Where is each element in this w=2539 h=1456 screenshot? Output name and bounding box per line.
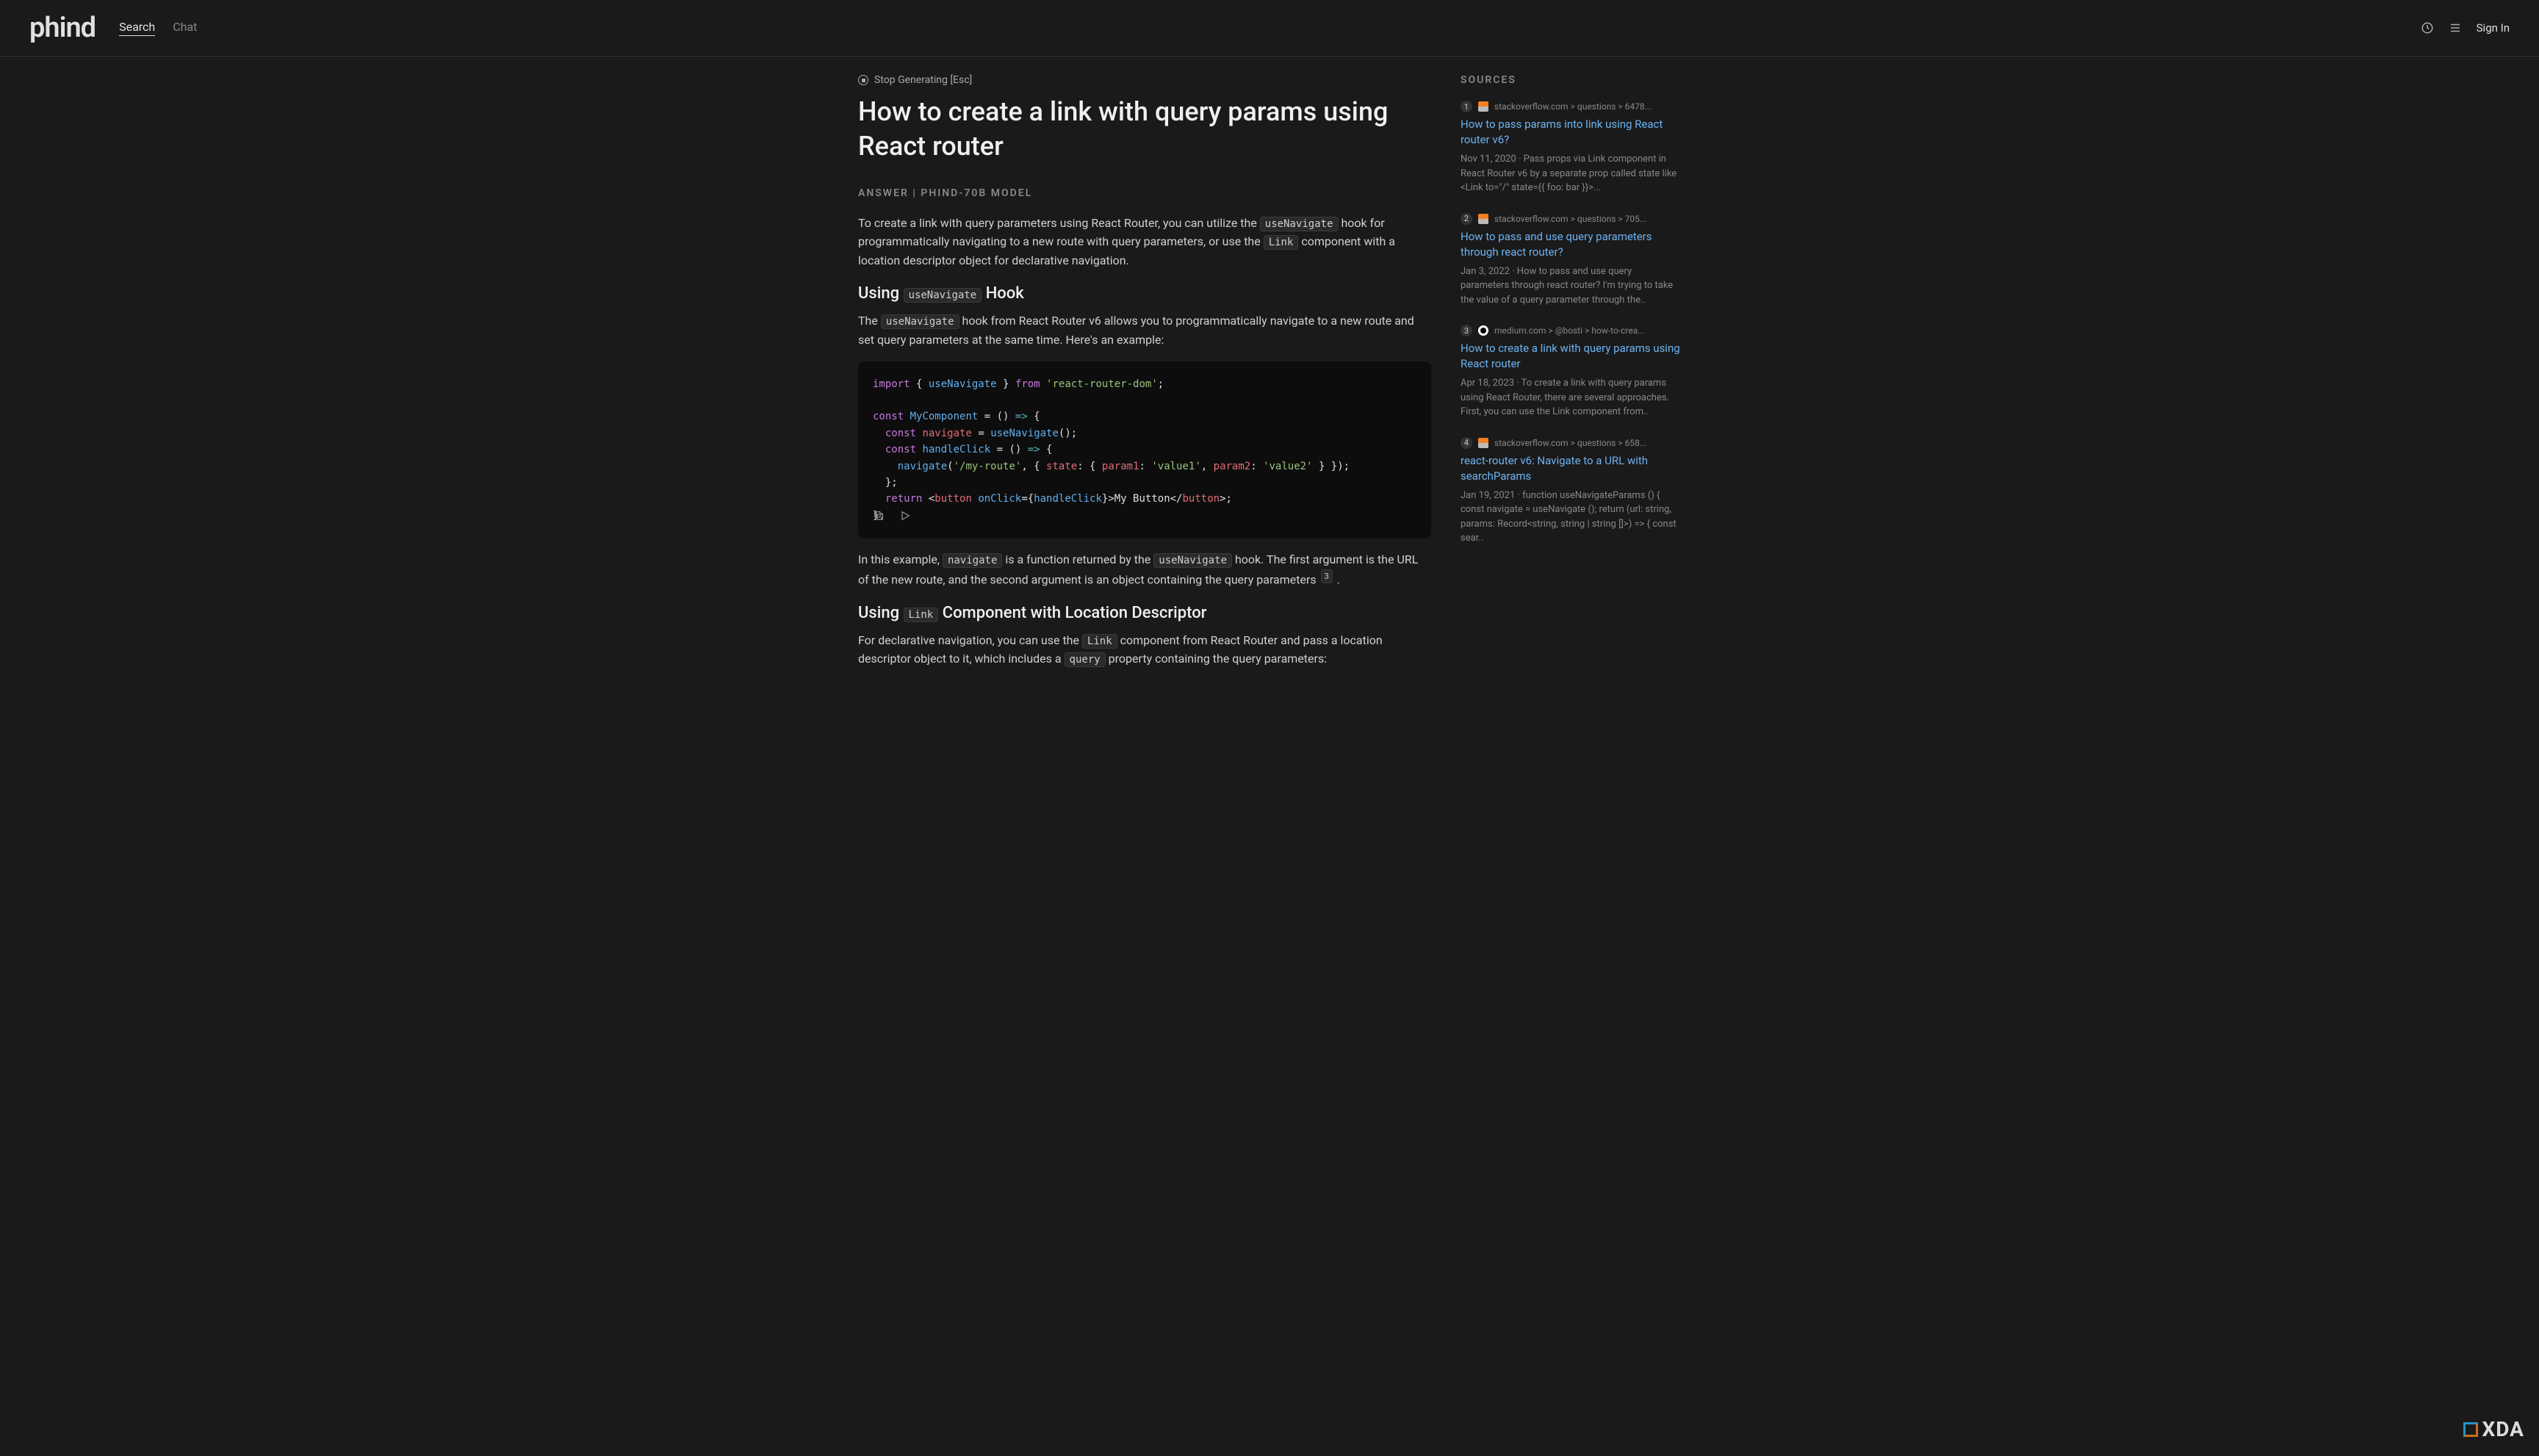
source-url: medium.com > @bosti > how-to-crea... — [1494, 325, 1681, 336]
signin-button[interactable]: Sign In — [2477, 21, 2510, 35]
answer-model-label: ANSWER | PHIND-70B MODEL — [858, 187, 1431, 199]
source-item: 1 stackoverflow.com > questions > 6478...… — [1461, 101, 1681, 195]
inline-code: Link — [1264, 235, 1299, 250]
sources-panel: SOURCES 1 stackoverflow.com > questions >… — [1461, 74, 1681, 680]
nav-search[interactable]: Search — [119, 20, 155, 36]
header-right: Sign In — [2421, 21, 2510, 35]
source-number: 2 — [1461, 213, 1472, 225]
code-actions — [870, 507, 914, 530]
source-item: 4 stackoverflow.com > questions > 658... r… — [1461, 437, 1681, 546]
source-url: stackoverflow.com > questions > 705... — [1494, 214, 1681, 224]
code-block: import { useNavigate } from 'react-route… — [858, 361, 1431, 539]
history-icon[interactable] — [2421, 21, 2434, 35]
inline-code: navigate — [943, 553, 1002, 568]
page-title: How to create a link with query params u… — [858, 95, 1431, 164]
source-head: 3 medium.com > @bosti > how-to-crea... — [1461, 325, 1681, 336]
source-title[interactable]: How to pass and use query parameters thr… — [1461, 229, 1681, 260]
paragraph-1: To create a link with query parameters u… — [858, 214, 1431, 270]
paragraph-3: In this example, navigate is a function … — [858, 550, 1431, 589]
source-favicon-icon — [1478, 101, 1488, 112]
inline-code: useNavigate — [1153, 553, 1232, 568]
inline-code: query — [1065, 652, 1106, 667]
source-url: stackoverflow.com > questions > 658... — [1494, 438, 1681, 448]
source-head: 4 stackoverflow.com > questions > 658... — [1461, 437, 1681, 449]
logo[interactable]: phind — [29, 12, 96, 44]
nav-chat[interactable]: Chat — [173, 20, 197, 36]
inline-code: useNavigate — [1260, 217, 1339, 231]
watermark: XDA — [2463, 1417, 2525, 1441]
source-favicon-icon — [1478, 214, 1488, 224]
nav-links: Search Chat — [119, 20, 197, 36]
source-title[interactable]: How to pass params into link using React… — [1461, 117, 1681, 148]
sources-label: SOURCES — [1461, 74, 1681, 86]
stop-label: Stop Generating [Esc] — [874, 74, 972, 86]
source-favicon-icon — [1478, 325, 1488, 336]
source-title[interactable]: How to create a link with query params u… — [1461, 341, 1681, 372]
source-item: 3 medium.com > @bosti > how-to-crea... How… — [1461, 325, 1681, 419]
source-snippet: Jan 19, 2021 · function useNavigateParam… — [1461, 489, 1681, 546]
watermark-text: XDA — [2482, 1417, 2525, 1441]
copy-icon[interactable] — [870, 507, 887, 530]
source-favicon-icon — [1478, 438, 1488, 448]
stop-generating-button[interactable]: Stop Generating [Esc] — [858, 74, 1431, 86]
source-head: 2 stackoverflow.com > questions > 705... — [1461, 213, 1681, 225]
header: phind Search Chat Sign In — [0, 0, 2539, 57]
source-number: 4 — [1461, 437, 1472, 449]
source-item: 2 stackoverflow.com > questions > 705... H… — [1461, 213, 1681, 308]
source-url: stackoverflow.com > questions > 6478... — [1494, 101, 1681, 112]
inline-code: useNavigate — [881, 314, 959, 329]
subheading-usenavigate: Using useNavigate Hook — [858, 284, 1431, 303]
source-number: 3 — [1461, 325, 1472, 336]
paragraph-4: For declarative navigation, you can use … — [858, 631, 1431, 668]
main-answer: Stop Generating [Esc] How to create a li… — [858, 74, 1431, 680]
source-snippet: Apr 18, 2023 · To create a link with que… — [1461, 376, 1681, 419]
inline-code: Link — [904, 608, 939, 622]
inline-code: Link — [1082, 634, 1117, 649]
watermark-icon — [2463, 1422, 2478, 1437]
content: Stop Generating [Esc] How to create a li… — [829, 57, 1710, 698]
stop-icon — [858, 75, 868, 85]
paragraph-2: The useNavigate hook from React Router v… — [858, 311, 1431, 349]
code-content: import { useNavigate } from 'react-route… — [873, 376, 1416, 525]
citation-badge[interactable]: 3 — [1321, 569, 1333, 584]
run-icon[interactable] — [896, 507, 914, 530]
menu-icon[interactable] — [2449, 21, 2462, 35]
source-head: 1 stackoverflow.com > questions > 6478... — [1461, 101, 1681, 112]
source-number: 1 — [1461, 101, 1472, 112]
source-title[interactable]: react-router v6: Navigate to a URL with … — [1461, 453, 1681, 484]
source-snippet: Nov 11, 2020 · Pass props via Link compo… — [1461, 152, 1681, 195]
subheading-link: Using Link Component with Location Descr… — [858, 604, 1431, 622]
inline-code: useNavigate — [904, 288, 982, 303]
source-snippet: Jan 3, 2022 · How to pass and use query … — [1461, 264, 1681, 308]
